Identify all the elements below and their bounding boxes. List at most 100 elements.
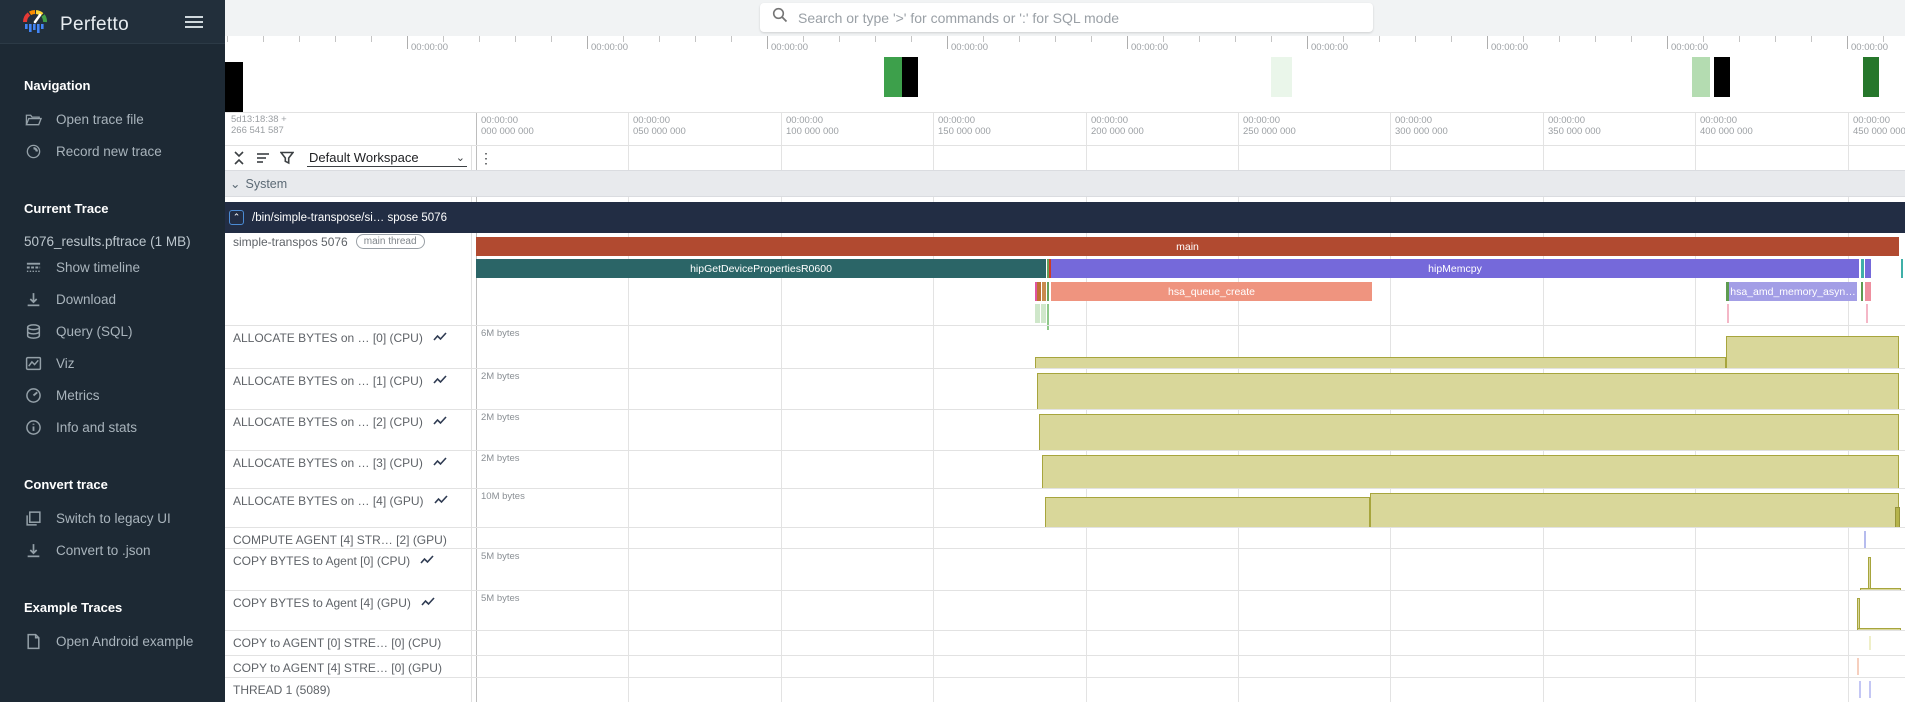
sidebar-section-title: Current Trace [0, 191, 225, 226]
counter-fill[interactable] [1045, 497, 1370, 527]
sidebar-item-record-new-trace[interactable]: Record new trace [0, 135, 225, 167]
slice-fragment[interactable] [1047, 304, 1049, 330]
sidebar-item-switch-to-legacy-ui[interactable]: Switch to legacy UI [0, 502, 225, 534]
overview-major-tick [1487, 36, 1488, 49]
sidebar-item-download[interactable]: Download [0, 283, 225, 315]
filter-icon[interactable] [279, 150, 295, 166]
sidebar-item-open-trace-file[interactable]: Open trace file [0, 103, 225, 135]
collapse-process-button[interactable]: ⌃ [229, 210, 244, 225]
ruler-time-label: 00:00:00350 000 000 [1548, 115, 1601, 137]
sidebar-item-show-timeline[interactable]: Show timeline [0, 251, 225, 283]
slice-fragment[interactable] [1901, 259, 1903, 278]
slice-hipgetdevicepropertiesr0600[interactable]: hipGetDevicePropertiesR0600 [476, 259, 1046, 278]
slice-fragment[interactable] [1037, 282, 1041, 301]
track-label[interactable]: COPY BYTES to Agent [4] (GPU) [233, 596, 435, 610]
slice-fragment[interactable] [1865, 282, 1871, 301]
overview-slice-block[interactable] [902, 57, 918, 97]
slice-hsa-queue-create[interactable]: hsa_queue_create [1051, 282, 1372, 301]
gauge-icon [24, 386, 42, 404]
counter-fill[interactable] [1895, 507, 1900, 527]
sidebar: Perfetto NavigationOpen trace fileRecord… [0, 0, 225, 702]
counter-tick[interactable] [1864, 531, 1866, 548]
counter-fill[interactable] [1857, 598, 1860, 630]
ruler-time-label: 00:00:00250 000 000 [1243, 115, 1296, 137]
workspace-menu-icon[interactable]: ⋮ [475, 150, 497, 167]
sidebar-item-open-android-example[interactable]: Open Android example [0, 625, 225, 657]
counter-tick[interactable] [1859, 681, 1861, 698]
slice-fragment[interactable] [1865, 259, 1871, 278]
search-input[interactable] [798, 10, 1361, 26]
overview-viewport-indicator[interactable] [225, 62, 243, 112]
counter-fill[interactable] [1042, 455, 1899, 488]
sidebar-section-title: Convert trace [0, 467, 225, 502]
perfetto-app: Perfetto NavigationOpen trace fileRecord… [0, 0, 1905, 702]
line-chart-icon [420, 554, 434, 568]
app-title: Perfetto [60, 14, 129, 36]
slice-hipmemcpy[interactable]: hipMemcpy [1051, 259, 1859, 278]
overview-slice-block[interactable] [884, 57, 902, 97]
slice-fragment[interactable] [1047, 282, 1049, 301]
group-row-system[interactable]: ⌄ System [225, 170, 1905, 197]
process-track-header[interactable]: ⌃ /bin/simple-transpose/si… spose 5076 [225, 202, 1905, 233]
overview-slice-block[interactable] [1714, 57, 1730, 97]
track-label[interactable]: COPY BYTES to Agent [0] (CPU) [233, 554, 434, 568]
chevron-down-icon: ⌄ [456, 151, 467, 164]
perfetto-logo[interactable]: Perfetto [22, 9, 129, 40]
info-icon [24, 418, 42, 436]
sidebar-item-info-and-stats[interactable]: Info and stats [0, 411, 225, 443]
sidebar-item-convert-to-json[interactable]: Convert to .json [0, 534, 225, 566]
thread-track-shell[interactable]: simple-transpos 5076 main thread [233, 234, 425, 249]
sidebar-item-viz[interactable]: Viz [0, 347, 225, 379]
track-label[interactable]: THREAD 1 (5089) [233, 683, 330, 697]
track-label[interactable]: ALLOCATE BYTES on … [0] (CPU) [233, 331, 447, 345]
overview-minor-tick [299, 36, 300, 42]
sidebar-item-label: Query (SQL) [56, 324, 133, 339]
slice-fragment[interactable] [1861, 282, 1863, 301]
line-chart-icon [433, 456, 447, 470]
overview-minor-tick [1271, 36, 1272, 42]
slice-fragment[interactable] [1866, 304, 1868, 323]
menu-icon[interactable] [185, 13, 203, 31]
slice-main[interactable]: main [476, 237, 1899, 256]
track-label[interactable]: ALLOCATE BYTES on … [1] (CPU) [233, 374, 447, 388]
search-box[interactable] [760, 3, 1373, 32]
overview-minor-tick [1595, 36, 1596, 42]
track-label[interactable]: COPY to AGENT [0] STRE… [0] (CPU) [233, 636, 441, 650]
counter-tick[interactable] [1857, 658, 1859, 675]
sidebar-item-metrics[interactable]: Metrics [0, 379, 225, 411]
record-icon [24, 142, 42, 160]
counter-fill[interactable] [1370, 493, 1899, 527]
sidebar-section-title: Navigation [0, 68, 225, 103]
track-label[interactable]: COPY to AGENT [4] STRE… [0] (GPU) [233, 661, 442, 675]
slice-fragment[interactable] [1035, 304, 1040, 323]
counter-fill[interactable] [1037, 373, 1899, 409]
slice-fragment[interactable] [1041, 304, 1046, 323]
counter-fill[interactable] [1868, 557, 1871, 590]
slice-hsa-amd-memory-asyn-[interactable]: hsa_amd_memory_asyn… [1729, 282, 1857, 301]
slice-fragment[interactable] [1727, 304, 1729, 323]
track-label[interactable]: ALLOCATE BYTES on … [2] (CPU) [233, 415, 447, 429]
slice-fragment[interactable] [1042, 282, 1046, 301]
counter-fill[interactable] [1039, 414, 1899, 450]
track-label[interactable]: ALLOCATE BYTES on … [4] (GPU) [233, 494, 448, 508]
overview-major-tick [1307, 36, 1308, 49]
folder-open-icon [24, 110, 42, 128]
slice-fragment[interactable] [1861, 259, 1864, 278]
track-label[interactable]: ALLOCATE BYTES on … [3] (CPU) [233, 456, 447, 470]
counter-tick[interactable] [1869, 636, 1871, 650]
collapse-all-icon[interactable] [231, 150, 247, 166]
counter-fill[interactable] [1035, 357, 1726, 368]
chevron-up-icon: ⌃ [233, 212, 241, 222]
counter-tick[interactable] [1869, 681, 1871, 698]
overview-slice-block[interactable] [1692, 57, 1710, 97]
track-label[interactable]: COMPUTE AGENT [4] STR… [2] (GPU) [233, 533, 447, 547]
download-icon [24, 290, 42, 308]
overview-minor-tick [1415, 36, 1416, 42]
counter-fill[interactable] [1726, 336, 1899, 368]
workspace-selector[interactable]: Default Workspace ⌄ [307, 149, 467, 167]
sort-tracks-icon[interactable] [255, 150, 271, 166]
overview-slice-block[interactable] [1863, 57, 1879, 97]
ruler-gridline [628, 112, 629, 702]
sidebar-item-query-sql-[interactable]: Query (SQL) [0, 315, 225, 347]
overview-slice-block[interactable] [1271, 57, 1292, 97]
